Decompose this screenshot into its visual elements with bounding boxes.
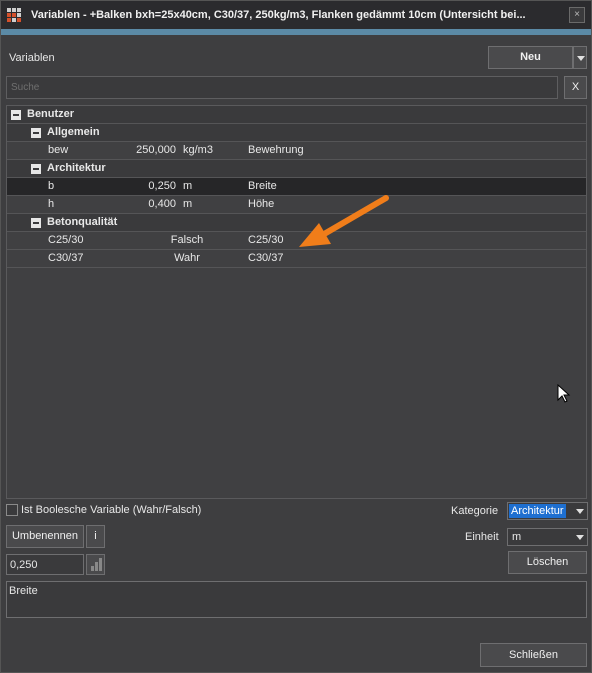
annotation-arrow-icon — [299, 195, 389, 247]
variables-dialog: Variablen - +Balken bxh=25x40cm, C30/37,… — [0, 0, 592, 673]
mouse-cursor-icon — [557, 384, 571, 403]
